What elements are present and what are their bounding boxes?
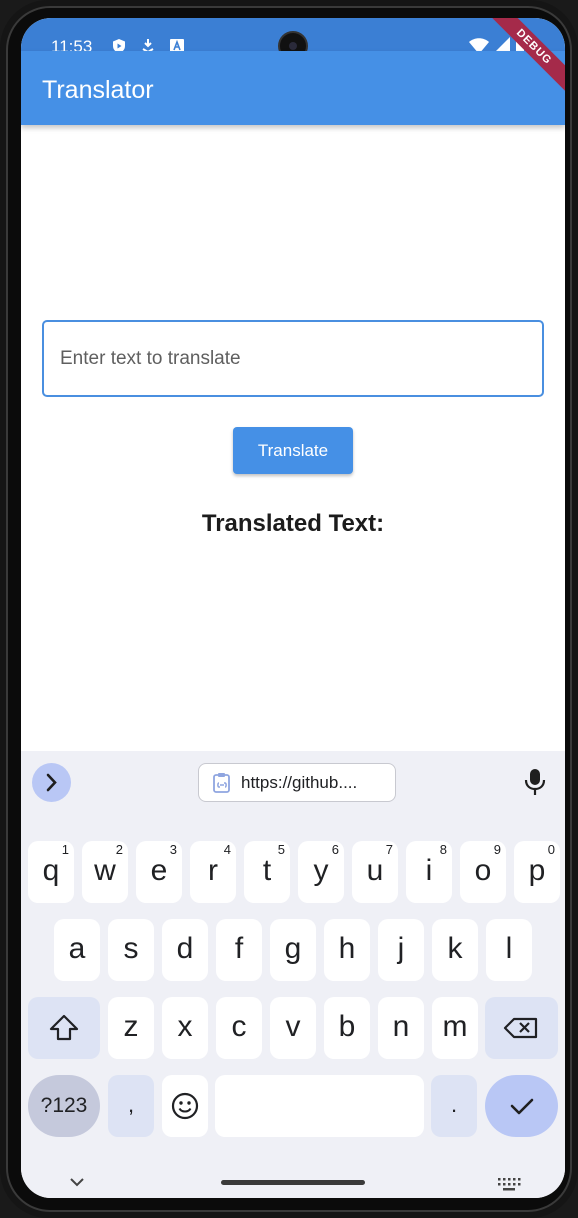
key-label: k [447, 932, 463, 965]
key-label: f [234, 932, 244, 965]
key-label: l [505, 932, 513, 965]
key-number-hint: 8 [439, 842, 447, 857]
key-q[interactable]: q1 [28, 841, 74, 903]
gesture-home-bar[interactable] [221, 1180, 365, 1185]
checkmark-icon [510, 1098, 534, 1115]
key-label: h [338, 932, 356, 965]
translated-text-label: Translated Text: [201, 510, 385, 537]
app-bar: Translator [21, 51, 565, 125]
key-label: o [474, 854, 492, 887]
clipboard-link-icon [213, 773, 230, 793]
key-h[interactable]: h [324, 919, 370, 981]
key-label: x [177, 1010, 193, 1043]
period-key[interactable]: . [431, 1075, 477, 1137]
key-a[interactable]: a [54, 919, 100, 981]
key-f[interactable]: f [216, 919, 262, 981]
phone-device: 11:53 Translator DEBUG Enter text to tra… [0, 0, 578, 1218]
key-r[interactable]: r4 [190, 841, 236, 903]
key-label: g [284, 932, 302, 965]
key-n[interactable]: n [378, 997, 424, 1059]
clipboard-suggestion-chip[interactable]: https://github.... [198, 763, 396, 802]
microphone-icon[interactable] [521, 767, 549, 797]
key-label: m [442, 1010, 468, 1043]
chevron-right-icon [46, 773, 57, 792]
emoji-icon [171, 1092, 199, 1120]
key-t[interactable]: t5 [244, 841, 290, 903]
shift-key[interactable] [28, 997, 100, 1059]
emoji-key[interactable] [162, 1075, 208, 1137]
key-z[interactable]: z [108, 997, 154, 1059]
phone-screen: 11:53 Translator DEBUG Enter text to tra… [21, 18, 565, 1198]
key-p[interactable]: p0 [514, 841, 560, 903]
key-label: t [262, 854, 272, 887]
clipboard-text: https://github.... [241, 773, 358, 792]
key-number-hint: 6 [331, 842, 339, 857]
keyboard-switch-icon[interactable] [497, 1177, 521, 1191]
key-g[interactable]: g [270, 919, 316, 981]
backspace-key[interactable] [485, 997, 558, 1059]
key-label: i [425, 854, 433, 887]
key-d[interactable]: d [162, 919, 208, 981]
translate-text-input[interactable] [42, 320, 544, 397]
status-bar: 11:53 [21, 18, 565, 61]
hide-keyboard-chevron-icon[interactable] [69, 1177, 85, 1187]
key-number-hint: 5 [277, 842, 285, 857]
backspace-icon [503, 1017, 538, 1039]
key-b[interactable]: b [324, 997, 370, 1059]
key-label: v [285, 1010, 301, 1043]
key-label: q [42, 854, 60, 887]
key-number-hint: 7 [385, 842, 393, 857]
key-s[interactable]: s [108, 919, 154, 981]
soft-keyboard: https://github.... q1w2e3r4t5y6u7i8o9p0a… [21, 751, 565, 1198]
key-m[interactable]: m [432, 997, 478, 1059]
key-c[interactable]: c [216, 997, 262, 1059]
key-l[interactable]: l [486, 919, 532, 981]
key-number-hint: 1 [61, 842, 69, 857]
key-label: p [528, 854, 546, 887]
key-number-hint: 3 [169, 842, 177, 857]
key-o[interactable]: o9 [460, 841, 506, 903]
key-w[interactable]: w2 [82, 841, 128, 903]
key-e[interactable]: e3 [136, 841, 182, 903]
key-number-hint: 2 [115, 842, 123, 857]
app-title: Translator [42, 76, 154, 104]
key-number-hint: 4 [223, 842, 231, 857]
shift-arrow-icon [49, 1014, 79, 1041]
key-j[interactable]: j [378, 919, 424, 981]
symbols-key[interactable]: ?123 [28, 1075, 100, 1137]
space-key[interactable] [215, 1075, 424, 1137]
key-u[interactable]: u7 [352, 841, 398, 903]
key-v[interactable]: v [270, 997, 316, 1059]
key-x[interactable]: x [162, 997, 208, 1059]
key-number-hint: 9 [493, 842, 501, 857]
key-i[interactable]: i8 [406, 841, 452, 903]
key-label: z [123, 1010, 139, 1043]
key-y[interactable]: y6 [298, 841, 344, 903]
key-k[interactable]: k [432, 919, 478, 981]
key-label: a [68, 932, 86, 965]
key-label: d [176, 932, 194, 965]
key-label: n [392, 1010, 410, 1043]
key-label: y [313, 854, 329, 887]
comma-key[interactable]: , [108, 1075, 154, 1137]
key-label: c [231, 1010, 247, 1043]
keyboard-expand-button[interactable] [32, 763, 71, 802]
key-label: u [366, 854, 384, 887]
key-number-hint: 0 [547, 842, 555, 857]
key-label: w [94, 854, 116, 887]
translate-button[interactable]: Translate [233, 427, 353, 474]
enter-key[interactable] [485, 1075, 558, 1137]
keyboard-toolbar: https://github.... [21, 751, 565, 813]
key-label: r [208, 854, 218, 887]
key-label: e [150, 854, 168, 887]
key-label: s [123, 932, 139, 965]
key-label: j [397, 932, 405, 965]
key-label: b [338, 1010, 356, 1043]
